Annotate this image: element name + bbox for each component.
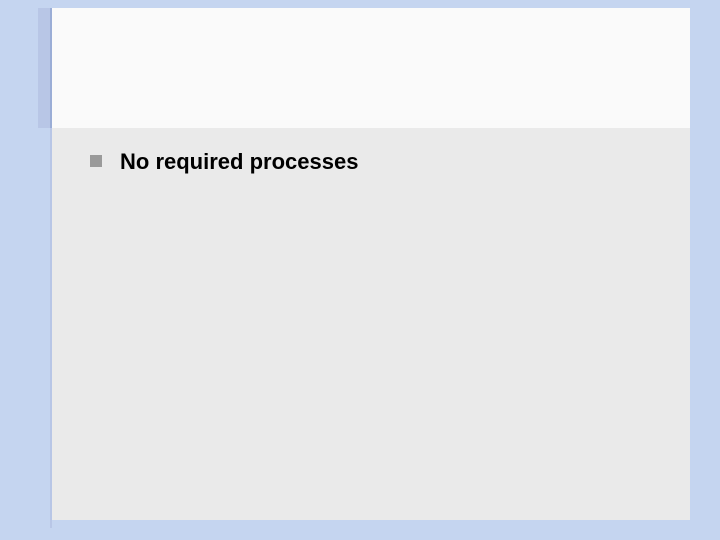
bullet-square-icon [90,155,102,167]
title-accent-notch [38,2,52,8]
list-item: No required processes [90,148,670,177]
title-accent-bar [38,8,52,128]
bullet-text: No required processes [120,148,358,177]
title-area [38,8,690,128]
slide: Level 1 Initial or Informal No required … [0,0,720,540]
bullet-list: No required processes [90,148,670,189]
body-accent-bar [38,128,52,528]
